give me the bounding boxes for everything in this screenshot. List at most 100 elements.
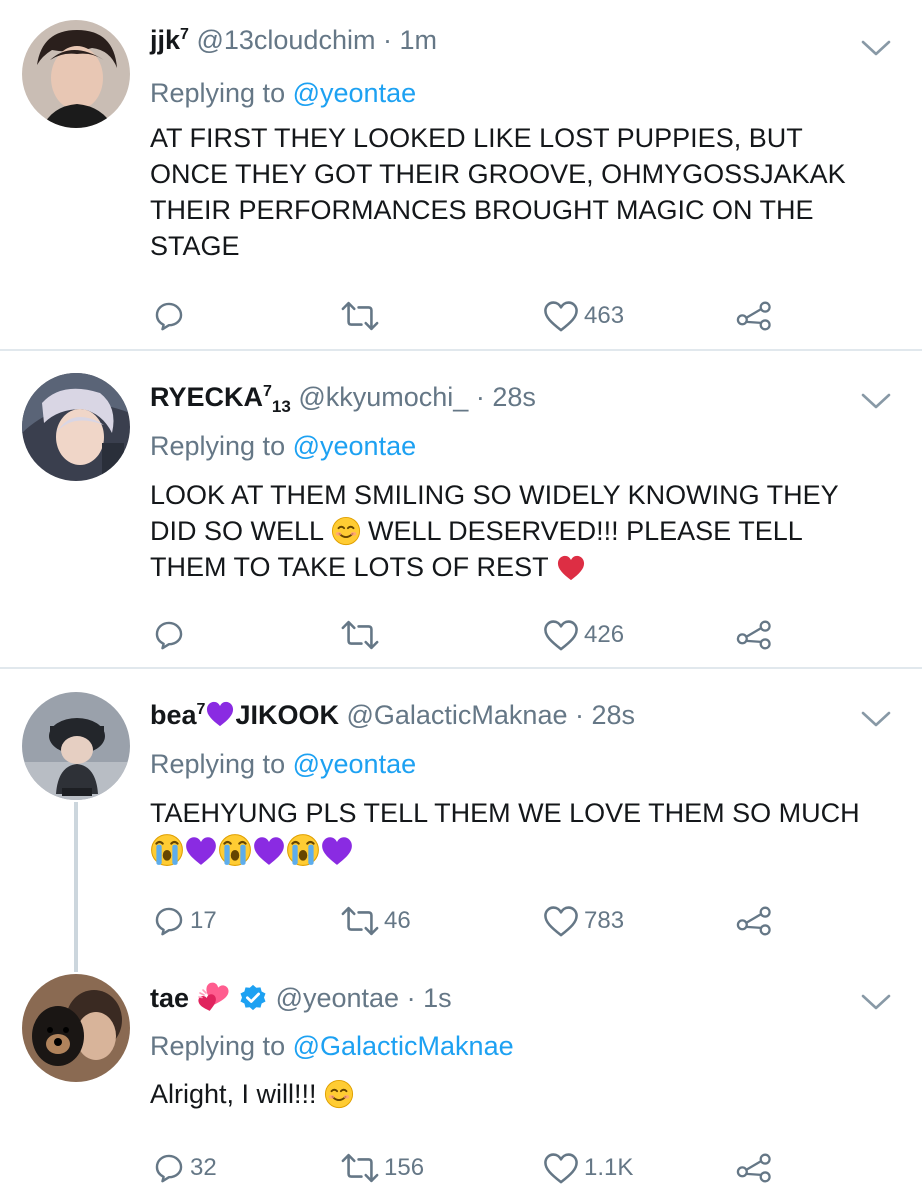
like-count: 1.1K xyxy=(584,1154,634,1181)
separator-dot: · xyxy=(575,700,584,730)
timestamp[interactable]: 1m xyxy=(399,25,437,55)
replying-to: Replying to @yeontae xyxy=(150,426,416,466)
reply-bubble-icon xyxy=(152,904,186,938)
retweet-count: 156 xyxy=(384,1154,425,1181)
share-icon xyxy=(736,300,774,332)
smiling-face-emoji-icon xyxy=(331,516,361,546)
share-icon xyxy=(736,905,774,937)
timestamp[interactable]: 28s xyxy=(592,700,636,730)
name-superscript: 7 xyxy=(196,701,206,718)
share-icon xyxy=(736,619,774,651)
share-button[interactable] xyxy=(736,1146,774,1190)
reply-button[interactable]: 32 xyxy=(152,1146,217,1190)
reply-bubble-icon xyxy=(152,1151,186,1185)
tweet-text-segment: THEM TO TAKE LOTS OF REST xyxy=(150,552,556,582)
chevron-down-icon[interactable] xyxy=(860,709,892,729)
heart-outline-icon xyxy=(542,618,580,652)
retweet-button[interactable]: 156 xyxy=(340,1146,424,1190)
reply-bubble-icon xyxy=(152,618,186,652)
reply-button[interactable] xyxy=(152,613,190,657)
replying-to-link[interactable]: @yeontae xyxy=(293,78,417,108)
avatar[interactable] xyxy=(22,20,130,128)
share-button[interactable] xyxy=(736,899,774,943)
share-button[interactable] xyxy=(736,613,774,657)
like-button[interactable]: 463 xyxy=(542,294,624,338)
loudly-crying-face-emoji-icon xyxy=(218,833,252,867)
avatar[interactable] xyxy=(22,373,130,481)
chevron-down-icon[interactable] xyxy=(860,38,892,58)
tweet-text: TAEHYUNG PLS TELL THEM WE LOVE THEM SO M… xyxy=(150,795,900,870)
reply-count: 17 xyxy=(190,907,217,934)
purple-heart-emoji-icon xyxy=(205,700,235,728)
tweet-text-line: LOOK AT THEM SMILING SO WIDELY KNOWING T… xyxy=(150,480,839,510)
like-button[interactable]: 783 xyxy=(542,899,624,943)
purple-heart-emoji-icon xyxy=(252,835,286,867)
separator-dot: · xyxy=(475,382,485,412)
chevron-down-icon[interactable] xyxy=(860,391,892,411)
tweet-1[interactable]: jjk7 @13cloudchim · 1m Replying to @yeon… xyxy=(0,0,922,350)
tweet-text-segment: DID SO WELL xyxy=(150,516,331,546)
tweet-text-segment: Alright, I will!!! xyxy=(150,1079,325,1109)
display-name[interactable]: tae xyxy=(150,983,189,1013)
user-handle[interactable]: @yeontae xyxy=(276,983,400,1013)
replying-to: Replying to @yeontae xyxy=(150,73,416,113)
replying-to-link[interactable]: @yeontae xyxy=(293,431,417,461)
avatar[interactable] xyxy=(22,692,130,800)
timestamp[interactable]: 1s xyxy=(423,983,452,1013)
verified-badge-icon xyxy=(238,983,268,1013)
tweet-header: jjk7 @13cloudchim · 1m xyxy=(150,20,437,60)
retweet-icon xyxy=(340,905,380,937)
replying-label: Replying to xyxy=(150,78,286,108)
tweet-text: LOOK AT THEM SMILING SO WIDELY KNOWING T… xyxy=(150,477,900,585)
reply-count: 32 xyxy=(190,1154,217,1181)
replying-to-link[interactable]: @GalacticMaknae xyxy=(293,1031,514,1061)
replying-to: Replying to @yeontae xyxy=(150,744,416,784)
chevron-down-icon[interactable] xyxy=(860,992,892,1012)
reply-bubble-icon xyxy=(152,299,186,333)
user-handle[interactable]: @kkyumochi_ xyxy=(298,382,468,412)
emoji-row xyxy=(150,833,900,870)
avatar[interactable] xyxy=(22,974,130,1082)
tweet-text: Alright, I will!!! xyxy=(150,1076,900,1112)
tweet-text-line: THEM TO TAKE LOTS OF REST xyxy=(150,549,900,585)
reply-button[interactable]: 17 xyxy=(152,899,217,943)
name-subscript: 13 xyxy=(271,397,291,416)
timestamp[interactable]: 28s xyxy=(492,382,536,412)
loudly-crying-face-emoji-icon xyxy=(150,833,184,867)
loudly-crying-face-emoji-icon xyxy=(286,833,320,867)
like-count: 426 xyxy=(584,621,625,648)
tweet-4[interactable]: tae @yeontae · 1s Replying to @GalacticM… xyxy=(0,960,922,1200)
heart-outline-icon xyxy=(542,1151,580,1185)
purple-heart-emoji-icon xyxy=(320,835,354,867)
display-name-suffix[interactable]: JIKOOK xyxy=(235,700,339,730)
separator-dot: · xyxy=(382,25,392,55)
display-name[interactable]: RYECKA xyxy=(150,382,263,412)
retweet-button[interactable] xyxy=(340,294,384,338)
separator-dot: · xyxy=(406,983,416,1013)
user-handle[interactable]: @13cloudchim xyxy=(196,25,375,55)
tweet-text-line: TAEHYUNG PLS TELL THEM WE LOVE THEM SO M… xyxy=(150,798,860,828)
like-button[interactable]: 426 xyxy=(542,613,624,657)
replying-label: Replying to xyxy=(150,1031,286,1061)
smiling-face-emoji-icon xyxy=(324,1079,354,1109)
replying-to-link[interactable]: @yeontae xyxy=(293,749,417,779)
display-name[interactable]: jjk xyxy=(150,25,180,55)
user-handle[interactable]: @GalacticMaknae xyxy=(346,700,567,730)
like-button[interactable]: 1.1K xyxy=(542,1146,633,1190)
retweet-count: 46 xyxy=(384,907,411,934)
reply-button[interactable] xyxy=(152,294,190,338)
tweet-2[interactable]: RYECKA713 @kkyumochi_ · 28s Replying to … xyxy=(0,351,922,667)
retweet-button[interactable]: 46 xyxy=(340,899,411,943)
replying-label: Replying to xyxy=(150,749,286,779)
retweet-icon xyxy=(340,619,380,651)
tweet-3[interactable]: bea7 JIKOOK @GalacticMaknae · 28s Replyin… xyxy=(0,669,922,959)
share-button[interactable] xyxy=(736,294,774,338)
retweet-button[interactable] xyxy=(340,613,384,657)
purple-heart-emoji-icon xyxy=(184,835,218,867)
retweet-icon xyxy=(340,1152,380,1184)
tweet-text-line: DID SO WELL WELL DESERVED!!! PLEASE TELL xyxy=(150,513,900,549)
name-superscript: 7 xyxy=(263,383,272,400)
like-count: 463 xyxy=(584,302,625,329)
like-count: 783 xyxy=(584,907,625,934)
display-name[interactable]: bea xyxy=(150,700,197,730)
